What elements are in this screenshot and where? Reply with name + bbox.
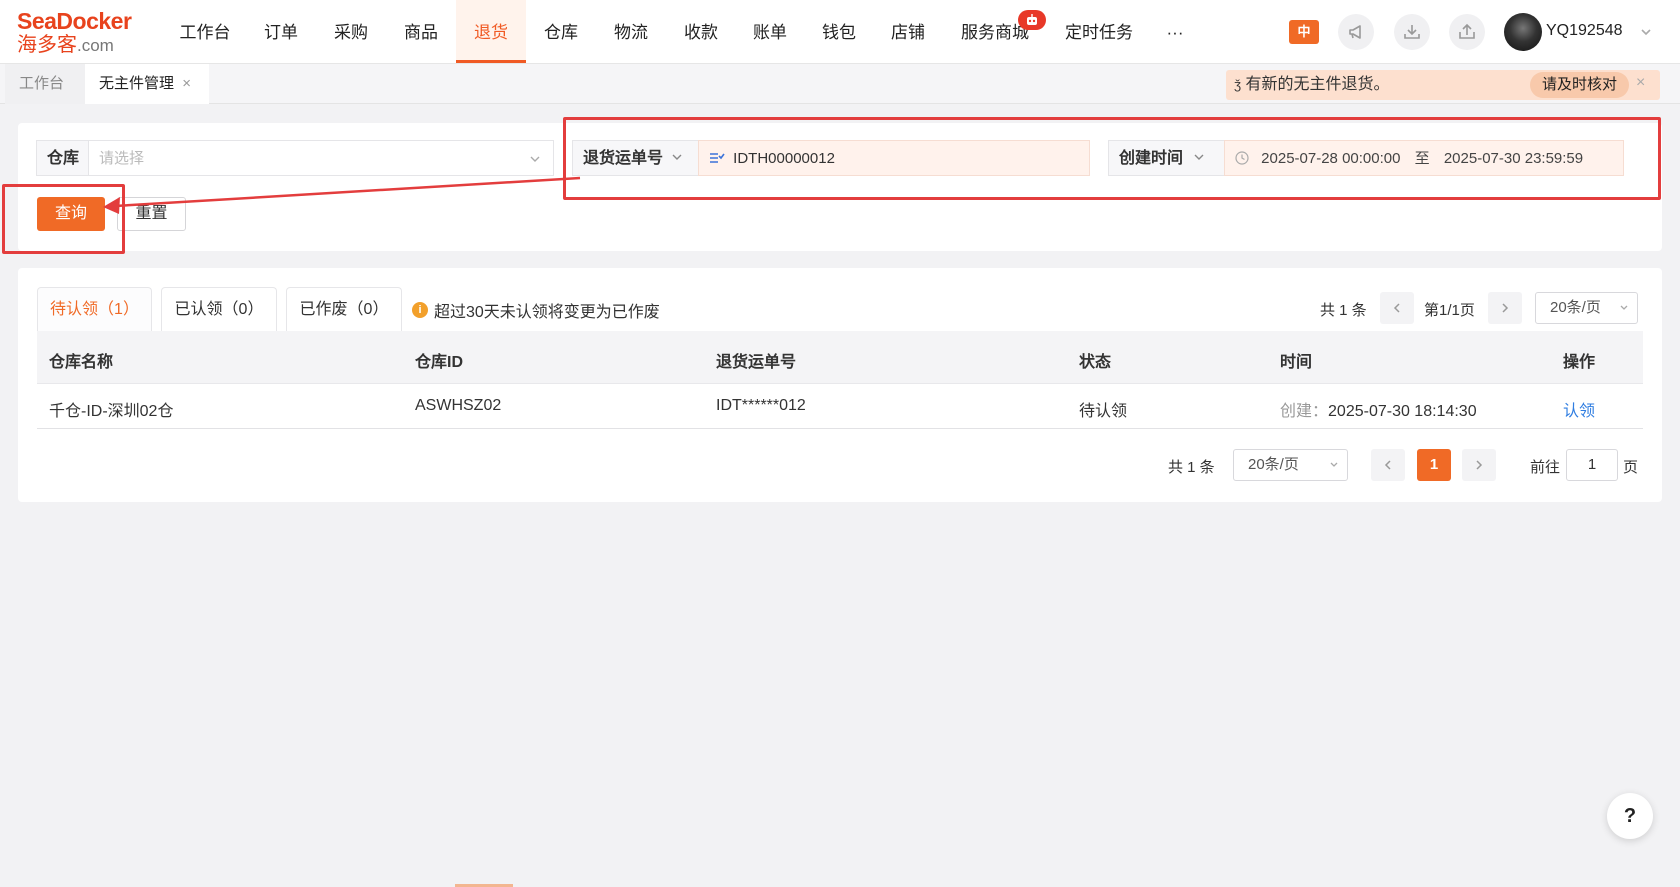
goto-suffix: 页 — [1623, 459, 1639, 476]
col-return-no: 退货运单号 — [716, 354, 797, 371]
next-page-button[interactable] — [1488, 292, 1522, 324]
col-time: 时间 — [1280, 354, 1313, 371]
chevron-left-icon — [1384, 460, 1391, 470]
tab-claimed[interactable]: 已认领（0） — [161, 287, 277, 331]
goto-label: 前往 — [1530, 459, 1561, 476]
cell-warehouse-id: ASWHSZ02 — [415, 397, 502, 414]
cell-status: 待认领 — [1079, 403, 1128, 420]
help-button[interactable]: ? — [1607, 793, 1653, 839]
col-status: 状态 — [1079, 354, 1112, 371]
pager-total: 共 1 条 — [1320, 302, 1367, 319]
chevron-down-icon — [1620, 305, 1628, 310]
prev-page-button[interactable] — [1371, 449, 1405, 481]
tab-voided[interactable]: 已作废（0） — [286, 287, 402, 331]
chevron-right-icon — [1502, 303, 1509, 313]
pager-bottom-total: 共 1 条 — [1168, 459, 1215, 476]
goto-page-input[interactable]: 1 — [1566, 449, 1618, 481]
chevron-down-icon — [1330, 462, 1338, 467]
chevron-right-icon — [1476, 460, 1483, 470]
prev-page-button[interactable] — [1380, 292, 1414, 324]
info-icon: i — [412, 302, 428, 318]
hint-text: i 超过30天未认领将变更为已作废 — [412, 298, 660, 322]
pager-page: 第1/1页 — [1424, 302, 1475, 319]
chevron-left-icon — [1393, 303, 1400, 313]
cell-return-no: IDT******012 — [716, 397, 806, 414]
page-size-select[interactable]: 20条/页 — [1535, 292, 1638, 324]
next-page-button[interactable] — [1462, 449, 1496, 481]
page-size-select-bottom[interactable]: 20条/页 — [1233, 449, 1348, 481]
col-warehouse-name: 仓库名称 — [49, 354, 114, 371]
cell-time: 创建：2025-07-30 18:14:30 — [1280, 403, 1477, 420]
claim-link[interactable]: 认领 — [1563, 397, 1595, 421]
col-warehouse-id: 仓库ID — [415, 354, 464, 371]
col-action: 操作 — [1563, 354, 1596, 371]
cell-warehouse-name: 千仓-ID-深圳02仓 — [49, 403, 174, 420]
tab-pending[interactable]: 待认领（1） — [37, 287, 152, 331]
page-number-current[interactable]: 1 — [1417, 449, 1451, 481]
table-header — [37, 331, 1643, 384]
